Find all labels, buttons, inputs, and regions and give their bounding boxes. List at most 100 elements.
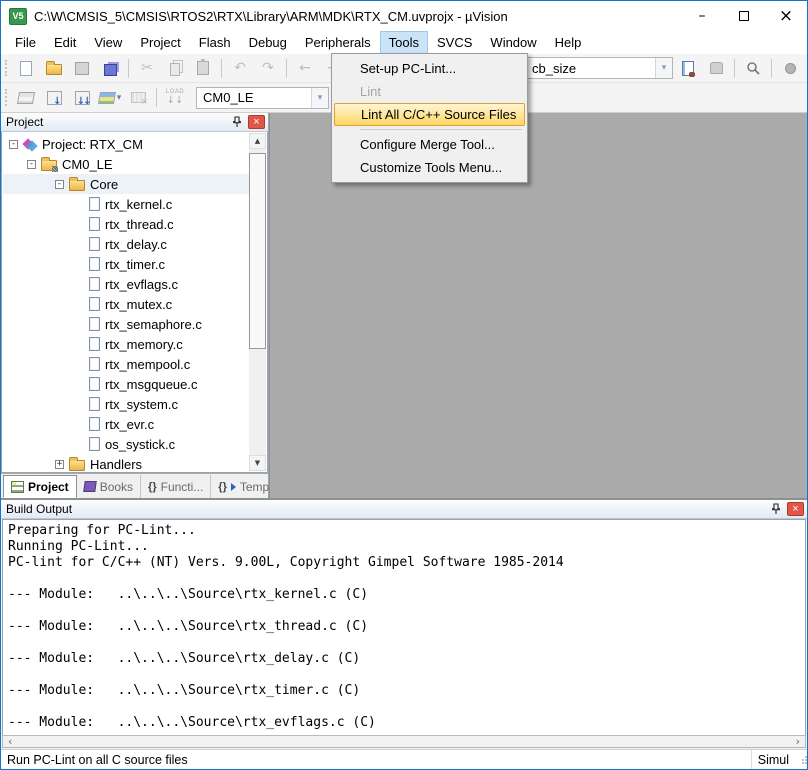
- breakpoint-icon: [785, 63, 796, 74]
- braces-icon: {}: [218, 481, 227, 493]
- menu-item-configure-merge-tool[interactable]: Configure Merge Tool...: [332, 133, 527, 156]
- tab-functions[interactable]: {} Functi...: [140, 475, 210, 498]
- tree-item-os-systick[interactable]: os_systick.c: [3, 434, 249, 454]
- tree-item-label: rtx_msgqueue.c: [105, 377, 198, 392]
- undo-button[interactable]: ↶: [227, 56, 253, 80]
- scroll-down-icon[interactable]: ▼: [249, 455, 266, 471]
- batch-build-button[interactable]: ▾: [97, 86, 123, 110]
- tree-item-core[interactable]: - Core: [3, 174, 249, 194]
- expand-icon[interactable]: +: [55, 460, 64, 469]
- build-icon: [47, 91, 62, 105]
- menu-svcs[interactable]: SVCS: [428, 31, 481, 54]
- menu-flash[interactable]: Flash: [190, 31, 240, 54]
- resize-grip-icon[interactable]: [799, 762, 801, 764]
- find-in-files-button[interactable]: [675, 56, 701, 80]
- cut-icon: ✂: [141, 60, 153, 76]
- menu-peripherals[interactable]: Peripherals: [296, 31, 380, 54]
- menu-project[interactable]: Project: [131, 31, 189, 54]
- save-button[interactable]: [69, 56, 95, 80]
- minimize-icon: –: [699, 8, 706, 24]
- scroll-up-icon[interactable]: ▲: [249, 133, 266, 149]
- menu-item-customize-tools-menu[interactable]: Customize Tools Menu...: [332, 156, 527, 179]
- chevron-down-icon[interactable]: ▾: [655, 58, 672, 78]
- maximize-icon: [739, 11, 749, 21]
- search-button[interactable]: [740, 56, 766, 80]
- tree-item-rtx-semaphore[interactable]: rtx_semaphore.c: [3, 314, 249, 334]
- pin-panel-button[interactable]: [229, 115, 244, 130]
- tree-item-rtx-kernel[interactable]: rtx_kernel.c: [3, 194, 249, 214]
- window-title: C:\W\CMSIS_5\CMSIS\RTOS2\RTX\Library\ARM…: [34, 9, 508, 24]
- build-button[interactable]: [41, 86, 67, 110]
- menu-item-lint-all-sources[interactable]: Lint All C/C++ Source Files: [334, 103, 525, 126]
- navigate-back-button[interactable]: ←: [292, 56, 318, 80]
- build-output-hscrollbar[interactable]: ‹ ›: [2, 735, 806, 748]
- scrollbar-thumb[interactable]: [249, 153, 266, 349]
- toolbar-separator: [734, 59, 735, 78]
- arrow-right-icon: [231, 483, 236, 491]
- close-button[interactable]: ×: [765, 1, 807, 31]
- minimize-button[interactable]: –: [681, 1, 723, 31]
- menu-debug[interactable]: Debug: [240, 31, 296, 54]
- tree-item-rtx-delay[interactable]: rtx_delay.c: [3, 234, 249, 254]
- target-select-combobox[interactable]: CM0_LE ▾: [196, 87, 329, 109]
- breakpoint-button[interactable]: [777, 56, 803, 80]
- chevron-down-icon[interactable]: ▾: [311, 88, 328, 108]
- menu-separator: [360, 129, 522, 130]
- cut-button[interactable]: ✂: [134, 56, 160, 80]
- download-button[interactable]: LOAD ↓↓: [162, 86, 188, 110]
- tab-project[interactable]: Project: [3, 475, 77, 498]
- save-all-button[interactable]: [97, 56, 123, 80]
- close-panel-button[interactable]: ×: [248, 115, 265, 129]
- tree-item-label: rtx_system.c: [105, 397, 178, 412]
- dropdown-arrow-icon[interactable]: ▾: [117, 93, 122, 103]
- search-combobox[interactable]: cb_size ▾: [525, 57, 673, 79]
- menu-view[interactable]: View: [85, 31, 131, 54]
- menu-file[interactable]: File: [6, 31, 45, 54]
- paste-button[interactable]: [190, 56, 216, 80]
- tree-item-rtx-thread[interactable]: rtx_thread.c: [3, 214, 249, 234]
- tree-item-rtx-evflags[interactable]: rtx_evflags.c: [3, 274, 249, 294]
- tree-item-rtx-memory[interactable]: rtx_memory.c: [3, 334, 249, 354]
- tree-item-handlers[interactable]: + Handlers: [3, 454, 249, 473]
- open-folder-icon: [46, 64, 62, 75]
- build-output-text[interactable]: Preparing for PC-Lint... Running PC-Lint…: [2, 519, 806, 735]
- menu-window[interactable]: Window: [481, 31, 545, 54]
- translate-button[interactable]: [13, 86, 39, 110]
- tree-item-rtx-system[interactable]: rtx_system.c: [3, 394, 249, 414]
- copy-button[interactable]: [162, 56, 188, 80]
- tree-item-project-rtx-cm[interactable]: - Project: RTX_CM: [3, 134, 249, 154]
- tree-vertical-scrollbar[interactable]: ▲ ▼: [249, 133, 266, 471]
- menu-tools[interactable]: Tools: [380, 31, 428, 54]
- stop-build-button[interactable]: [125, 86, 151, 110]
- open-file-button[interactable]: [41, 56, 67, 80]
- tree-item-label: rtx_evr.c: [105, 417, 154, 432]
- tree-item-rtx-mempool[interactable]: rtx_mempool.c: [3, 354, 249, 374]
- tab-books[interactable]: Books: [77, 475, 140, 498]
- run-to-cursor-button[interactable]: [703, 56, 729, 80]
- collapse-icon[interactable]: -: [55, 180, 64, 189]
- menu-help[interactable]: Help: [546, 31, 591, 54]
- scrollbar-track[interactable]: [249, 149, 266, 455]
- scroll-right-icon[interactable]: ›: [796, 736, 800, 747]
- redo-button[interactable]: ↷: [255, 56, 281, 80]
- menu-edit[interactable]: Edit: [45, 31, 85, 54]
- tree-item-rtx-timer[interactable]: rtx_timer.c: [3, 254, 249, 274]
- status-bar-right: Simul: [751, 750, 803, 769]
- tree-item-rtx-mutex[interactable]: rtx_mutex.c: [3, 294, 249, 314]
- menu-item-setup-pc-lint[interactable]: Set-up PC-Lint...: [332, 57, 527, 80]
- pin-panel-button[interactable]: [768, 502, 783, 517]
- new-file-button[interactable]: [13, 56, 39, 80]
- maximize-button[interactable]: [723, 1, 765, 31]
- collapse-icon[interactable]: -: [27, 160, 36, 169]
- menu-item-lint: Lint: [332, 80, 527, 103]
- close-panel-button[interactable]: ×: [787, 502, 804, 516]
- run-to-cursor-icon: [710, 62, 723, 74]
- rebuild-button[interactable]: [69, 86, 95, 110]
- download-load-icon: LOAD ↓↓: [166, 89, 184, 106]
- tree-item-cm0-le[interactable]: - CM0_LE: [3, 154, 249, 174]
- tree-item-rtx-evr[interactable]: rtx_evr.c: [3, 414, 249, 434]
- scroll-left-icon[interactable]: ‹: [8, 736, 12, 747]
- file-icon: [89, 257, 100, 271]
- tree-item-rtx-msgqueue[interactable]: rtx_msgqueue.c: [3, 374, 249, 394]
- collapse-icon[interactable]: -: [9, 140, 18, 149]
